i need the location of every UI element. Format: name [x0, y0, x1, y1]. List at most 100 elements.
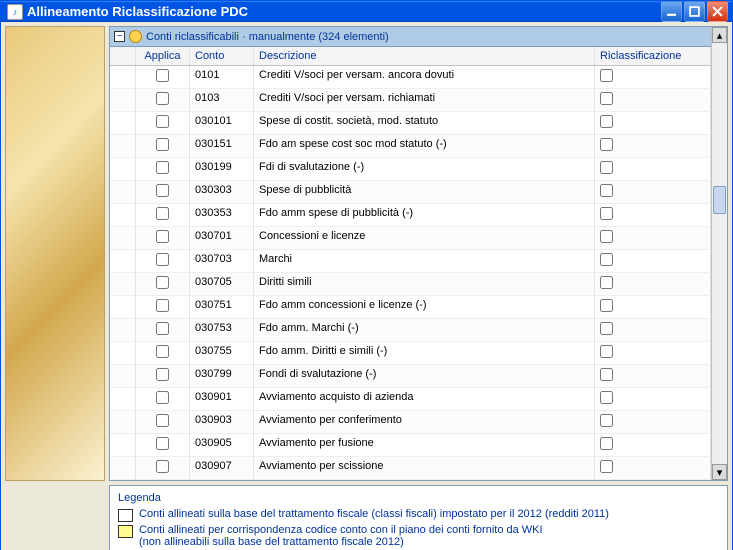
riclassificazione-checkbox[interactable] [600, 161, 613, 174]
maximize-button[interactable] [684, 1, 705, 22]
table-row[interactable]: 030303Spese di pubblicità [110, 181, 711, 204]
applica-checkbox[interactable] [156, 391, 169, 404]
window-title: Allineamento Riclassificazione PDC [27, 4, 661, 19]
applica-checkbox[interactable] [156, 230, 169, 243]
applica-checkbox[interactable] [156, 322, 169, 335]
table-row[interactable]: 030101Spese di costit. società, mod. sta… [110, 112, 711, 135]
cell-descrizione: Crediti V/soci per versam. richiamati [254, 89, 595, 111]
applica-checkbox[interactable] [156, 253, 169, 266]
note-icon [129, 30, 142, 43]
riclassificazione-checkbox[interactable] [600, 207, 613, 220]
legend-text-yellow-1: Conti allineati per corrispondenza codic… [139, 524, 543, 536]
applica-checkbox[interactable] [156, 115, 169, 128]
accounts-grid: − Conti riclassificabili · manualmente (… [110, 27, 711, 480]
col-riclassificazione[interactable]: Riclassificazione [595, 47, 711, 65]
riclassificazione-checkbox[interactable] [600, 184, 613, 197]
riclassificazione-checkbox[interactable] [600, 138, 613, 151]
table-row[interactable]: 030151Fdo am spese cost soc mod statuto … [110, 135, 711, 158]
cell-conto: 030303 [190, 181, 254, 203]
table-row[interactable]: 030755Fdo amm. Diritti e simili (-) [110, 342, 711, 365]
scroll-down-arrow[interactable]: ▾ [712, 464, 727, 480]
applica-checkbox[interactable] [156, 437, 169, 450]
table-row[interactable]: 030701Concessioni e licenze [110, 227, 711, 250]
col-conto[interactable]: Conto [190, 47, 254, 65]
close-button[interactable] [707, 1, 728, 22]
table-row[interactable]: 030799Fondi di svalutazione (-) [110, 365, 711, 388]
main-panel: − Conti riclassificabili · manualmente (… [109, 26, 728, 481]
cell-conto: 030751 [190, 296, 254, 318]
riclassificazione-checkbox[interactable] [600, 414, 613, 427]
group-header[interactable]: − Conti riclassificabili · manualmente (… [110, 27, 711, 47]
riclassificazione-checkbox[interactable] [600, 115, 613, 128]
applica-checkbox[interactable] [156, 276, 169, 289]
legend-text-white: Conti allineati sulla base del trattamen… [139, 508, 609, 520]
table-row[interactable]: 030907Avviamento per scissione [110, 457, 711, 480]
applica-checkbox[interactable] [156, 460, 169, 473]
cell-conto: 030905 [190, 434, 254, 456]
table-row[interactable]: 030901Avviamento acquisto di azienda [110, 388, 711, 411]
cell-descrizione: Fdo amm concessioni e licenze (-) [254, 296, 595, 318]
cell-conto: 030701 [190, 227, 254, 249]
table-row[interactable]: 030705Diritti simili [110, 273, 711, 296]
table-row[interactable]: 030903Avviamento per conferimento [110, 411, 711, 434]
group-header-label: Conti riclassificabili · manualmente (32… [146, 31, 389, 43]
cell-conto: 030901 [190, 388, 254, 410]
applica-checkbox[interactable] [156, 345, 169, 358]
app-icon: ♪ [7, 4, 23, 20]
table-row[interactable]: 030353Fdo amm spese di pubblicità (-) [110, 204, 711, 227]
applica-checkbox[interactable] [156, 92, 169, 105]
legend-swatch-white [118, 509, 133, 522]
app-window: ♪ Allineamento Riclassificazione PDC − [0, 0, 733, 550]
applica-checkbox[interactable] [156, 414, 169, 427]
table-row[interactable]: 030905Avviamento per fusione [110, 434, 711, 457]
table-row[interactable]: 030753Fdo amm. Marchi (-) [110, 319, 711, 342]
minimize-icon [666, 6, 677, 17]
table-row[interactable]: 030703Marchi [110, 250, 711, 273]
vertical-scrollbar[interactable]: ▴ ▾ [711, 27, 727, 480]
riclassificazione-checkbox[interactable] [600, 368, 613, 381]
table-row[interactable]: 030199Fdi di svalutazione (-) [110, 158, 711, 181]
riclassificazione-checkbox[interactable] [600, 391, 613, 404]
cell-descrizione: Fdo amm. Marchi (-) [254, 319, 595, 341]
minimize-button[interactable] [661, 1, 682, 22]
riclassificazione-checkbox[interactable] [600, 460, 613, 473]
collapse-icon[interactable]: − [114, 31, 125, 42]
applica-checkbox[interactable] [156, 138, 169, 151]
cell-descrizione: Fondi di svalutazione (-) [254, 365, 595, 387]
riclassificazione-checkbox[interactable] [600, 437, 613, 450]
cell-descrizione: Crediti V/soci per versam. ancora dovuti [254, 66, 595, 88]
cell-descrizione: Spese di pubblicità [254, 181, 595, 203]
applica-checkbox[interactable] [156, 368, 169, 381]
cell-descrizione: Avviamento per scissione [254, 457, 595, 479]
cell-conto: 030907 [190, 457, 254, 479]
applica-checkbox[interactable] [156, 299, 169, 312]
cell-conto: 030705 [190, 273, 254, 295]
applica-checkbox[interactable] [156, 69, 169, 82]
riclassificazione-checkbox[interactable] [600, 230, 613, 243]
cell-conto: 0103 [190, 89, 254, 111]
riclassificazione-checkbox[interactable] [600, 69, 613, 82]
table-row[interactable]: 0101Crediti V/soci per versam. ancora do… [110, 66, 711, 89]
legend-box: Legenda Conti allineati sulla base del t… [109, 485, 728, 550]
table-row[interactable]: 030751Fdo amm concessioni e licenze (-) [110, 296, 711, 319]
scroll-up-arrow[interactable]: ▴ [712, 27, 727, 43]
cell-descrizione: Avviamento acquisto di azienda [254, 388, 595, 410]
applica-checkbox[interactable] [156, 184, 169, 197]
scroll-track[interactable] [712, 43, 727, 464]
sidebar-decorative-image [5, 26, 105, 481]
col-descrizione[interactable]: Descrizione [254, 47, 595, 65]
scroll-thumb[interactable] [713, 186, 726, 214]
col-applica[interactable]: Applica [136, 47, 190, 65]
applica-checkbox[interactable] [156, 207, 169, 220]
riclassificazione-checkbox[interactable] [600, 92, 613, 105]
riclassificazione-checkbox[interactable] [600, 299, 613, 312]
table-row[interactable]: 0103Crediti V/soci per versam. richiamat… [110, 89, 711, 112]
window-body: − Conti riclassificabili · manualmente (… [1, 22, 732, 550]
riclassificazione-checkbox[interactable] [600, 276, 613, 289]
riclassificazione-checkbox[interactable] [600, 345, 613, 358]
riclassificazione-checkbox[interactable] [600, 322, 613, 335]
cell-descrizione: Fdo amm. Diritti e simili (-) [254, 342, 595, 364]
titlebar: ♪ Allineamento Riclassificazione PDC [1, 1, 732, 22]
riclassificazione-checkbox[interactable] [600, 253, 613, 266]
applica-checkbox[interactable] [156, 161, 169, 174]
